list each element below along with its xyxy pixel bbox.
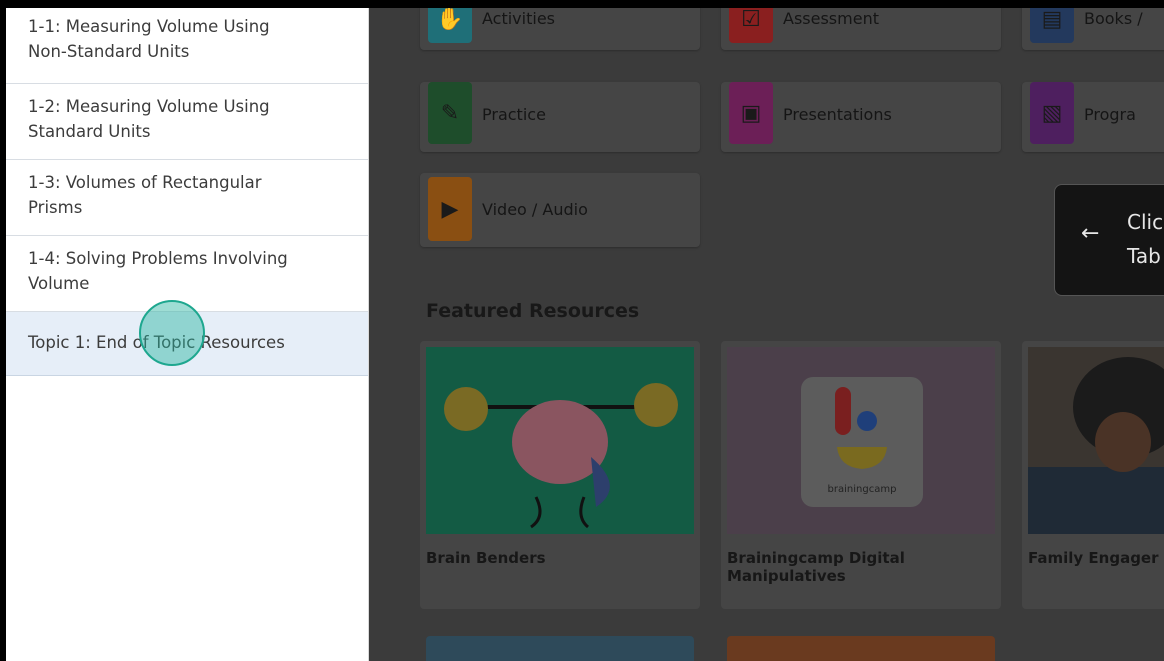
sidebar-item-1-2[interactable]: 1-2: Measuring Volume Using Standard Uni… <box>6 84 368 160</box>
category-card-video-audio[interactable]: ▶ Video / Audio <box>420 173 700 247</box>
category-label: Books / <box>1084 9 1143 28</box>
presentations-icon: ▣ <box>729 82 773 144</box>
sidebar-item-label: 1-4: Solving Problems Involving <box>28 249 288 268</box>
tooltip-text: Tab <box>1127 244 1161 268</box>
sidebar-item-label: 1-2: Measuring Volume Using <box>28 97 270 116</box>
category-card-practice[interactable]: ✎ Practice <box>420 82 700 152</box>
brainingcamp-logo-text: brainingcamp <box>828 484 897 495</box>
sidebar-item-label: Volume <box>28 274 90 293</box>
category-card-programs[interactable]: ▧ Progra <box>1022 82 1164 152</box>
category-label: Activities <box>482 9 555 28</box>
brainingcamp-image: brainingcamp <box>727 347 995 534</box>
click-indicator <box>139 300 205 366</box>
resource-title: Family Engager <box>1028 549 1159 567</box>
sidebar-item-label: Standard Units <box>28 122 151 141</box>
tooltip-text: Clic <box>1127 210 1164 234</box>
sidebar-item-label: 1-1: Measuring Volume Using <box>28 17 270 36</box>
sidebar-item-label: Non-Standard Units <box>28 42 190 61</box>
sidebar-item-1-4[interactable]: 1-4: Solving Problems Involving Volume <box>6 236 368 312</box>
topic-sidebar: 1-1: Measuring Volume Using Non-Standard… <box>6 8 369 661</box>
resource-title: Manipulatives <box>727 567 846 585</box>
arrow-left-icon: ← <box>1081 221 1100 246</box>
video-play-icon: ▶ <box>428 177 472 241</box>
resource-card-partial[interactable] <box>426 636 694 661</box>
sidebar-item-label: 1-3: Volumes of Rectangular <box>28 173 262 192</box>
resource-card-brainingcamp[interactable]: brainingcamp Brainingcamp Digital Manipu… <box>721 341 1001 609</box>
category-card-presentations[interactable]: ▣ Presentations <box>721 82 1001 152</box>
programs-icon: ▧ <box>1030 82 1074 144</box>
category-label: Practice <box>482 105 546 124</box>
sidebar-item-1-1[interactable]: 1-1: Measuring Volume Using Non-Standard… <box>6 8 368 84</box>
category-card-assessment[interactable]: ☑ Assessment <box>721 8 1001 50</box>
resource-card-partial[interactable] <box>727 636 995 661</box>
category-label: Progra <box>1084 105 1136 124</box>
resource-title: Brainingcamp Digital <box>727 549 905 567</box>
category-label: Presentations <box>783 105 892 124</box>
brain-benders-image <box>426 347 694 534</box>
activities-icon: ✋ <box>428 8 472 43</box>
practice-icon: ✎ <box>428 82 472 144</box>
sidebar-item-1-3[interactable]: 1-3: Volumes of Rectangular Prisms <box>6 160 368 236</box>
featured-resources-heading: Featured Resources <box>426 300 640 322</box>
screen-frame: 1-1: Measuring Volume Using Non-Standard… <box>6 8 1164 661</box>
sidebar-item-label: Prisms <box>28 198 83 217</box>
assessment-icon: ☑ <box>729 8 773 43</box>
category-card-activities[interactable]: ✋ Activities <box>420 8 700 50</box>
resource-card-family-engagement[interactable]: Family Engager <box>1022 341 1164 609</box>
category-card-books[interactable]: ▤ Books / <box>1022 8 1164 50</box>
family-engagement-image <box>1028 347 1164 534</box>
tutorial-tooltip[interactable]: ← Clic Tab <box>1054 184 1164 296</box>
category-label: Assessment <box>783 9 879 28</box>
resource-card-brain-benders[interactable]: Brain Benders <box>420 341 700 609</box>
category-label: Video / Audio <box>482 200 588 219</box>
main-content: ✋ Activities ☑ Assessment ▤ Books / ✎ Pr… <box>369 8 1164 661</box>
books-icon: ▤ <box>1030 8 1074 43</box>
resource-title: Brain Benders <box>426 549 546 567</box>
